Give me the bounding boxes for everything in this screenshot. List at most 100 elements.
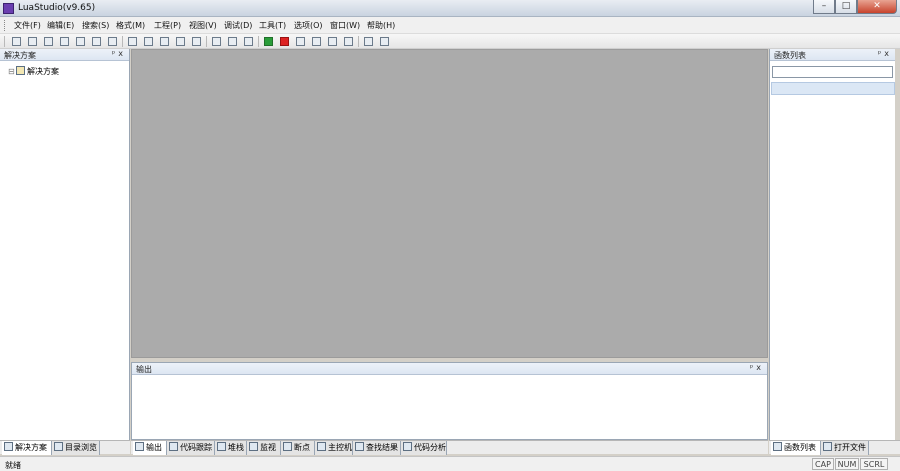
step-out-icon[interactable] [328, 37, 337, 46]
tab-host[interactable]: 主控机 [315, 441, 353, 455]
close-icon[interactable]: x [884, 49, 892, 58]
new-project-icon[interactable] [28, 37, 37, 46]
run-icon[interactable] [264, 37, 273, 46]
function-list-header: 函数列表 ᵖx [770, 49, 895, 61]
tab-label: 代码跟踪 [180, 443, 212, 452]
new-file-icon[interactable] [12, 37, 21, 46]
undo-icon[interactable] [176, 37, 185, 46]
scrl-indicator: SCRL [860, 458, 888, 470]
code-analysis-icon [403, 442, 412, 451]
menu-format[interactable]: 格式(M) [116, 20, 145, 31]
tab-code-analysis[interactable]: 代码分析 [401, 441, 447, 455]
tab-output[interactable]: 输出 [133, 441, 167, 455]
tab-solution[interactable]: 解决方案 [2, 441, 52, 455]
host-icon [317, 442, 326, 451]
status-bar: 就绪 CAP NUM SCRL [0, 456, 900, 471]
menu-options[interactable]: 选项(O) [294, 20, 323, 31]
toolbar-separator [206, 36, 207, 47]
toolbar [0, 34, 900, 49]
minimize-button[interactable]: – [813, 0, 835, 14]
tab-label: 查找结果 [366, 443, 398, 452]
tab-function-list[interactable]: 函数列表 [771, 441, 821, 455]
replace-icon[interactable] [228, 37, 237, 46]
window-controls: – □ ✕ [813, 0, 897, 14]
title-bar: LuaStudio(v9.65) – □ ✕ [0, 0, 900, 17]
breakpoint-list-icon [283, 442, 292, 451]
solution-icon [4, 442, 13, 451]
tab-find-results[interactable]: 查找结果 [353, 441, 401, 455]
open-icon[interactable] [44, 37, 53, 46]
step-into-icon[interactable] [296, 37, 305, 46]
toolbar-separator [258, 36, 259, 47]
toolbar-grip [4, 36, 5, 47]
step-over-icon[interactable] [312, 37, 321, 46]
copy-icon[interactable] [128, 37, 137, 46]
tab-breakpoint-list[interactable]: 断点 [281, 441, 315, 455]
solution-panel-title: 解决方案 [4, 51, 36, 60]
stop-icon[interactable] [280, 37, 289, 46]
editor-area[interactable] [131, 49, 768, 358]
help-icon[interactable] [380, 37, 389, 46]
toolbar-separator [358, 36, 359, 47]
tree-root-solution[interactable]: ⊟ 解决方案 [8, 66, 59, 77]
function-list-panel: 函数列表 ᵖx [769, 49, 895, 440]
app-icon [3, 3, 14, 14]
tab-trace[interactable]: 代码跟踪 [167, 441, 215, 455]
save-all-icon[interactable] [92, 37, 101, 46]
trace-icon [169, 442, 178, 451]
menu-help[interactable]: 帮助(H) [367, 20, 395, 31]
menu-window[interactable]: 窗口(W) [330, 20, 360, 31]
paste-icon[interactable] [160, 37, 169, 46]
tab-folder-browse[interactable]: 目录浏览 [52, 441, 100, 455]
status-text: 就绪 [5, 461, 21, 470]
tab-label: 函数列表 [784, 443, 816, 452]
close-button[interactable]: ✕ [857, 0, 897, 14]
solution-icon [16, 66, 25, 75]
menu-edit[interactable]: 编辑(E) [47, 20, 74, 31]
cap-indicator: CAP [812, 458, 834, 470]
output-panel-title: 输出 [136, 365, 152, 374]
tab-stack[interactable]: 堆栈 [215, 441, 247, 455]
tab-label: 目录浏览 [65, 443, 97, 452]
watch-icon [249, 442, 258, 451]
tab-label: 主控机 [328, 443, 352, 452]
function-list-icon [773, 442, 782, 451]
menu-tools[interactable]: 工具(T) [259, 20, 286, 31]
tab-watch[interactable]: 监视 [247, 441, 281, 455]
maximize-button[interactable]: □ [835, 0, 857, 14]
cut-icon[interactable] [144, 37, 153, 46]
output-panel: 输出 ᵖx [131, 362, 768, 440]
settings-icon[interactable] [364, 37, 373, 46]
breakpoint-icon[interactable] [344, 37, 353, 46]
tree-expander-icon[interactable]: ⊟ [8, 67, 16, 76]
tab-label: 输出 [146, 443, 162, 452]
tab-label: 监视 [260, 443, 276, 452]
stack-icon [217, 442, 226, 451]
bookmark-icon[interactable] [244, 37, 253, 46]
solution-panel: 解决方案 ᵖx ⊟ 解决方案 [0, 49, 130, 440]
redo-icon[interactable] [192, 37, 201, 46]
menu-view[interactable]: 视图(V) [189, 20, 217, 31]
menu-search[interactable]: 搜索(S) [82, 20, 109, 31]
menu-project[interactable]: 工程(P) [154, 20, 181, 31]
tab-open-files[interactable]: 打开文件 [821, 441, 869, 455]
menu-file[interactable]: 文件(F) [14, 20, 41, 31]
print-icon[interactable] [108, 37, 117, 46]
save-icon[interactable] [76, 37, 85, 46]
find-icon[interactable] [212, 37, 221, 46]
tab-label: 解决方案 [15, 443, 47, 452]
bottom-tab-strip: 输出 代码跟踪 堆栈 监视 断点 主控机 查找结果 代码分析 [131, 440, 768, 455]
window-title: LuaStudio(v9.65) [18, 3, 96, 13]
left-tab-strip: 解决方案 目录浏览 [0, 440, 130, 455]
function-list-selection[interactable] [771, 82, 895, 95]
function-search-input[interactable] [772, 66, 893, 78]
open-folder-icon[interactable] [60, 37, 69, 46]
solution-panel-header: 解决方案 ᵖx [0, 49, 129, 61]
close-icon[interactable]: x [118, 49, 126, 58]
menu-debug[interactable]: 调试(D) [224, 20, 252, 31]
close-icon[interactable]: x [756, 363, 764, 372]
find-results-icon [355, 442, 364, 451]
tab-label: 代码分析 [414, 443, 446, 452]
tab-label: 断点 [294, 443, 310, 452]
num-indicator: NUM [835, 458, 859, 470]
